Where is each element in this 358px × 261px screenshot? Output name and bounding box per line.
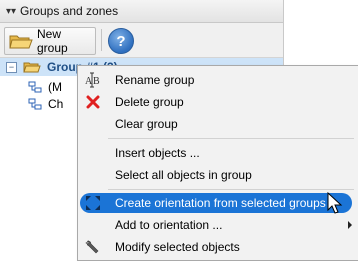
orientation-icon — [84, 194, 102, 212]
wrench-icon — [84, 238, 102, 256]
submenu-arrow-icon — [348, 221, 352, 229]
menu-separator — [108, 189, 354, 190]
menu-item-label: Clear group — [115, 117, 178, 131]
menu-item-create-orientation[interactable]: Create orientation from selected groups — [80, 193, 352, 213]
object-icon — [28, 81, 42, 93]
menu-item-insert-objects[interactable]: Insert objects ... — [78, 143, 358, 163]
object-icon — [28, 98, 42, 110]
svg-text:B: B — [93, 76, 100, 87]
panel-title: Groups and zones — [20, 4, 119, 18]
panel-header[interactable]: ▾▾ Groups and zones — [0, 0, 283, 23]
collapse-minus-icon[interactable]: − — [6, 61, 17, 73]
menu-item-label: Create orientation from selected groups — [115, 196, 326, 210]
child-label: Ch — [48, 97, 64, 111]
tree-child-row[interactable]: Ch — [28, 95, 63, 113]
menu-item-clear-group[interactable]: Clear group — [78, 114, 358, 134]
menu-item-label: Add to orientation ... — [115, 218, 223, 232]
menu-item-rename-group[interactable]: A B Rename group — [78, 70, 358, 90]
context-menu: A B Rename group Delete group Clear grou… — [77, 65, 358, 261]
rename-icon: A B — [84, 71, 102, 89]
menu-item-label: Delete group — [115, 95, 184, 109]
menu-item-modify-selected-objects[interactable]: Modify selected objects — [78, 237, 358, 257]
menu-item-label: Insert objects ... — [115, 146, 200, 160]
help-icon[interactable]: ? — [108, 28, 134, 54]
menu-separator — [108, 138, 354, 139]
menu-item-delete-group[interactable]: Delete group — [78, 92, 358, 112]
menu-item-label: Rename group — [115, 73, 195, 87]
folder-open-icon — [9, 32, 33, 50]
menu-item-label: Modify selected objects — [115, 240, 240, 254]
folder-icon — [23, 61, 41, 73]
toolbar-separator — [101, 29, 102, 51]
mouse-pointer-icon — [327, 191, 343, 216]
menu-item-label: Select all objects in group — [115, 168, 252, 182]
delete-x-icon — [84, 93, 102, 111]
double-chevron-down-icon[interactable]: ▾▾ — [2, 6, 20, 17]
child-label: (M — [48, 80, 62, 94]
tree-child-row[interactable]: (M — [28, 78, 62, 96]
new-group-button[interactable]: New group — [4, 27, 96, 55]
new-group-label: New group — [37, 27, 68, 55]
menu-item-select-all-objects[interactable]: Select all objects in group — [78, 165, 358, 185]
toolbar: New group ? — [0, 23, 283, 58]
menu-item-add-to-orientation[interactable]: Add to orientation ... — [78, 215, 358, 235]
